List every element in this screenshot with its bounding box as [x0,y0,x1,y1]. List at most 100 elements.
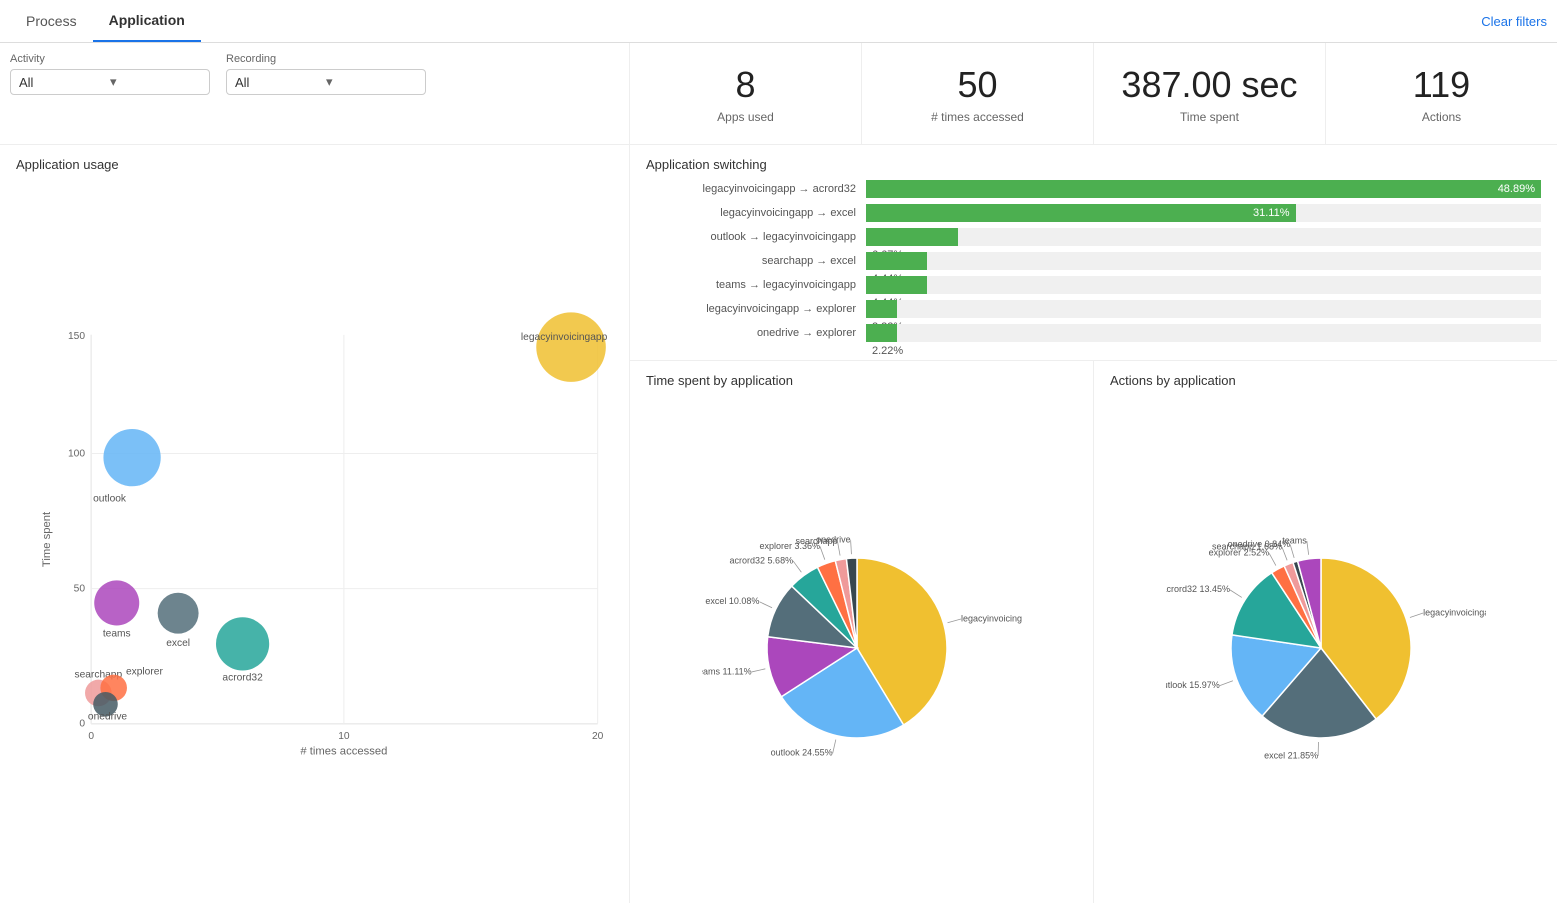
clear-filters-button[interactable]: Clear filters [1481,2,1547,41]
svg-text:onedrive: onedrive [88,712,128,723]
stat-card-time-spent: 387.00 sec Time spent [1094,43,1326,144]
bottom-charts: Time spent by application legacyinvoicin… [630,361,1557,903]
bar-fill: 31.11% [866,204,1296,222]
pie-label: excel 10.08% [705,596,759,606]
bar-row: legacyinvoicingapp → explorer 2.22% [646,300,1541,318]
bubble-teams[interactable] [94,581,139,626]
bar-label: legacyinvoicingapp → acrord32 [646,183,866,195]
svg-text:teams: teams [103,629,131,640]
svg-text:150: 150 [68,331,85,342]
pie-label: onedrive [816,535,851,545]
recording-value: All [235,75,326,90]
top-tabs: Process Application Clear filters [0,0,1557,43]
stat-card-apps-used: 8 Apps used [630,43,862,144]
time-by-app-section: Time spent by application legacyinvoicin… [630,361,1094,903]
svg-text:Time spent: Time spent [41,511,53,567]
svg-text:0: 0 [79,719,85,730]
stat-card-times-accessed: 50 # times accessed [862,43,1094,144]
bar-fill: 48.89% [866,180,1541,198]
actions-by-app-section: Actions by application legacyinvoicingap… [1094,361,1557,903]
stat-label-time-spent: Time spent [1104,110,1315,124]
bar-container: 2.22% [866,300,1541,318]
pie-label: onedrive 0.84% [1227,539,1290,549]
activity-select[interactable]: All ▾ [10,69,210,95]
scatter-area: Time spent 0 50 100 150 0 10 [0,176,629,903]
svg-text:50: 50 [74,584,86,595]
stat-label-actions: Actions [1336,110,1547,124]
stat-value-apps-used: 8 [640,63,851,106]
svg-text:100: 100 [68,449,85,460]
bar-fill [866,252,927,270]
bar-pct: 31.11% [1253,207,1290,219]
bar-container: 48.89% [866,180,1541,198]
recording-select[interactable]: All ▾ [226,69,426,95]
stat-label-apps-used: Apps used [640,110,851,124]
bar-pct-outside: 2.22% [872,345,903,357]
bar-row: teams → legacyinvoicingapp 4.44% [646,276,1541,294]
main-content: Application usage Time spent 0 50 100 [0,145,1557,903]
bar-container: 2.22% [866,324,1541,342]
bar-container: 4.44% [866,276,1541,294]
bar-container: 4.44% [866,252,1541,270]
tab-process[interactable]: Process [10,1,93,41]
pie-label: teams 11.11% [702,666,752,676]
bar-label: onedrive → explorer [646,327,866,339]
recording-filter-group: Recording All ▾ [226,53,426,134]
activity-value: All [19,75,110,90]
bubble-acrord32[interactable] [216,617,269,670]
stat-value-time-spent: 387.00 sec [1104,63,1315,106]
svg-text:20: 20 [592,731,604,742]
bar-label: legacyinvoicingapp → explorer [646,303,866,315]
recording-label: Recording [226,53,426,65]
bar-container: 31.11% [866,204,1541,222]
bar-pct: 48.89% [1498,183,1535,195]
svg-text:legacyinvoicingapp: legacyinvoicingapp [521,332,608,343]
bar-row: searchapp → excel 4.44% [646,252,1541,270]
app-usage-title: Application usage [0,145,629,176]
bar-fill [866,276,927,294]
pie-label: legacyinvoicingapp 39.5% [1423,608,1486,618]
bar-label: searchapp → excel [646,255,866,267]
bar-fill [866,300,897,318]
activity-dropdown-icon: ▾ [110,74,201,90]
pie-label: teams [1282,535,1307,545]
time-by-app-chart: legacyinvoicingapp 41.34% outlook 24.55% t… [646,396,1077,890]
svg-text:acrord32: acrord32 [222,673,263,684]
bar-fill [866,228,958,246]
recording-dropdown-icon: ▾ [326,74,417,90]
activity-filter-group: Activity All ▾ [10,53,210,134]
bar-row: legacyinvoicingapp → acrord32 48.89% [646,180,1541,198]
app-switching-section: Application switching legacyinvoicingapp… [630,145,1557,361]
stats-row: Activity All ▾ Recording All ▾ 8 Apps use… [0,43,1557,145]
bubble-legacyinvoicingapp[interactable] [536,313,606,383]
stat-value-times-accessed: 50 [872,63,1083,106]
bar-label: legacyinvoicingapp → excel [646,207,866,219]
bar-fill [866,324,897,342]
scatter-chart: Time spent 0 50 100 150 0 10 [40,184,613,895]
bubble-outlook[interactable] [103,429,160,486]
svg-text:outlook: outlook [93,494,127,505]
bar-row: onedrive → explorer 2.22% [646,324,1541,342]
left-panel: Application usage Time spent 0 50 100 [0,145,630,903]
filter-section: Activity All ▾ Recording All ▾ [0,43,630,144]
pie-label: acrord32 13.45% [1166,584,1230,594]
app-switching-title: Application switching [646,157,1541,180]
bubble-excel[interactable] [158,593,199,634]
bar-label: outlook → legacyinvoicingapp [646,231,866,243]
bar-container: 6.67% [866,228,1541,246]
svg-text:0: 0 [88,731,94,742]
stat-value-actions: 119 [1336,63,1547,106]
bar-row: legacyinvoicingapp → excel 31.11% [646,204,1541,222]
bars-container: legacyinvoicingapp → acrord32 48.89% leg… [646,180,1541,342]
stat-card-actions: 119 Actions [1326,43,1557,144]
tab-application[interactable]: Application [93,0,201,42]
pie-label: outlook 24.55% [770,748,832,758]
bar-row: outlook → legacyinvoicingapp 6.67% [646,228,1541,246]
right-panel: Application switching legacyinvoicingapp… [630,145,1557,903]
pie-label: acrord32 5.68% [729,556,793,566]
bar-label: teams → legacyinvoicingapp [646,279,866,291]
actions-by-app-chart: legacyinvoicingapp 39.5%excel 21.85%outl… [1110,396,1541,890]
pie-label: legacyinvoicingapp 41.34% [961,614,1022,624]
stat-label-times-accessed: # times accessed [872,110,1083,124]
actions-by-app-title: Actions by application [1110,373,1541,388]
